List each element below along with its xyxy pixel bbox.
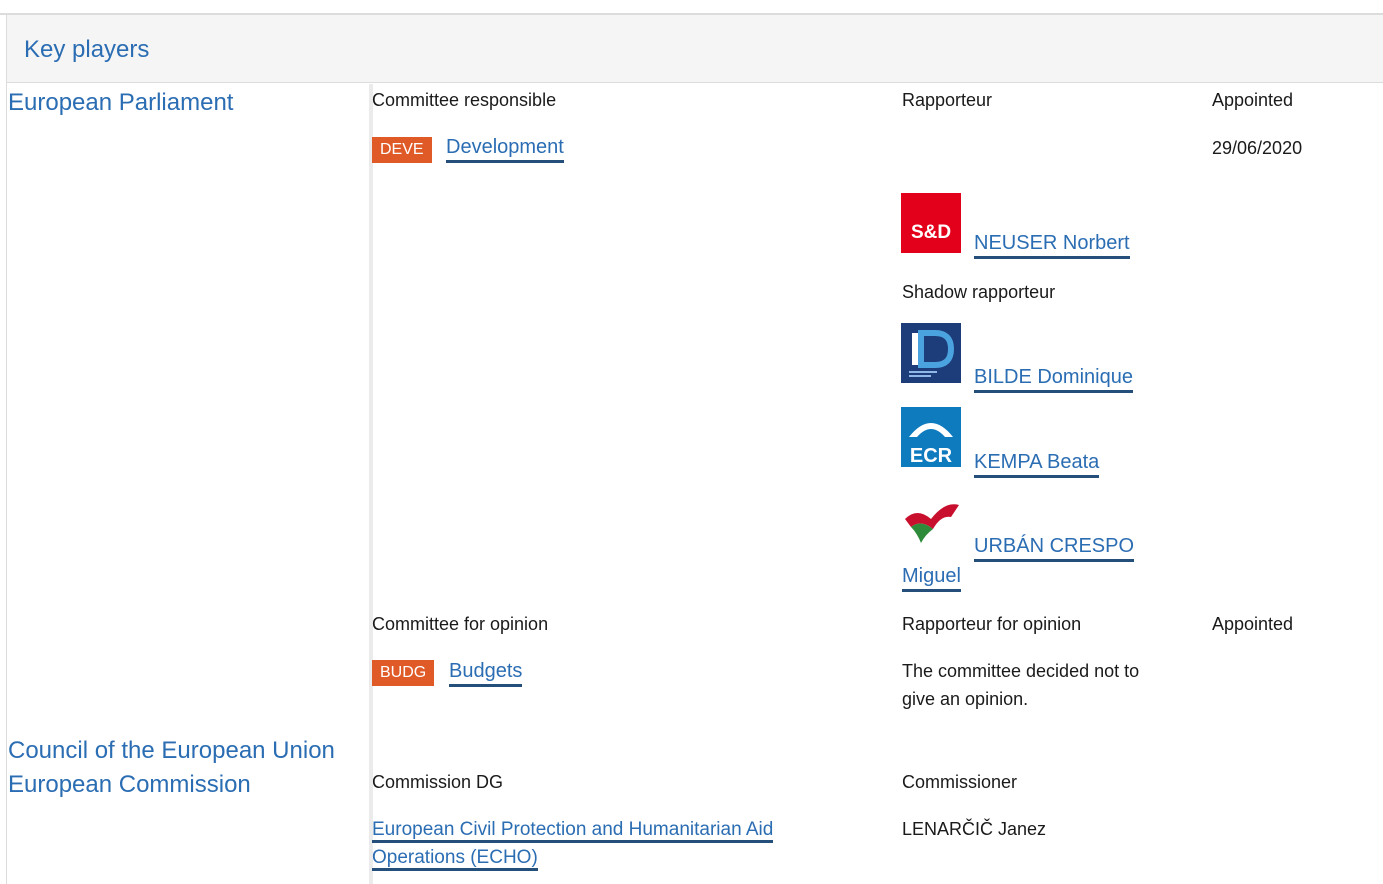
- shadow-rapporteur-link-2[interactable]: KEMPA Beata: [974, 450, 1100, 478]
- sd-group-logo-icon: S&D: [901, 193, 961, 253]
- col-rapporteur: Rapporteur: [902, 90, 993, 110]
- institution-council[interactable]: Council of the European Union: [8, 737, 335, 765]
- institution-commission[interactable]: European Commission: [8, 771, 251, 799]
- institution-european-parliament[interactable]: European Parliament: [8, 89, 233, 117]
- col-appointed-opinion: Appointed: [1212, 614, 1294, 634]
- committee-link-development[interactable]: Development: [446, 135, 564, 163]
- appointed-date: 29/06/2020: [1212, 138, 1303, 158]
- col-rapporteur-opinion: Rapporteur for opinion: [902, 614, 1082, 634]
- committee-link-budgets[interactable]: Budgets: [449, 659, 523, 687]
- rapporteur-link[interactable]: NEUSER Norbert: [974, 231, 1130, 259]
- details-panel: [369, 84, 1383, 884]
- shadow-rapporteur-link-1[interactable]: BILDE Dominique: [974, 365, 1133, 393]
- committee-code-badge: DEVE: [372, 137, 432, 163]
- id-group-logo-icon: [901, 323, 961, 383]
- shadow-rapporteur-link-3-line2[interactable]: Miguel: [902, 564, 961, 592]
- key-players-header[interactable]: Key players: [6, 15, 1383, 83]
- shadow-rapporteur-label: Shadow rapporteur: [902, 282, 1056, 302]
- gue-ngl-group-logo-icon: [901, 497, 961, 557]
- top-border: [0, 0, 1383, 15]
- col-appointed: Appointed: [1212, 90, 1294, 110]
- section-title: Key players: [24, 36, 150, 63]
- commission-dg-link[interactable]: European Civil Protection and Humanitari…: [372, 816, 774, 872]
- commissioner-name: LENARČIČ Janez: [902, 819, 1047, 839]
- left-rail: [6, 83, 7, 884]
- svg-text:ECR: ECR: [910, 445, 953, 467]
- opinion-note-line2: give an opinion.: [902, 689, 1029, 709]
- col-commission-dg: Commission DG: [372, 772, 504, 792]
- shadow-rapporteur-link-3-line1[interactable]: URBÁN CRESPO: [974, 534, 1135, 562]
- svg-text:S&D: S&D: [911, 222, 951, 243]
- opinion-note-line1: The committee decided not to: [902, 661, 1140, 681]
- col-committee-opinion: Committee for opinion: [372, 614, 549, 634]
- commission-dg-line1: European Civil Protection and Humanitari…: [372, 819, 774, 843]
- ecr-group-logo-icon: ECR: [901, 407, 961, 467]
- opinion-committee-code-badge: BUDG: [372, 660, 435, 686]
- col-commissioner: Commissioner: [902, 772, 1018, 792]
- col-committee-responsible: Committee responsible: [372, 90, 557, 110]
- commission-dg-line2: Operations (ECHO): [372, 847, 538, 871]
